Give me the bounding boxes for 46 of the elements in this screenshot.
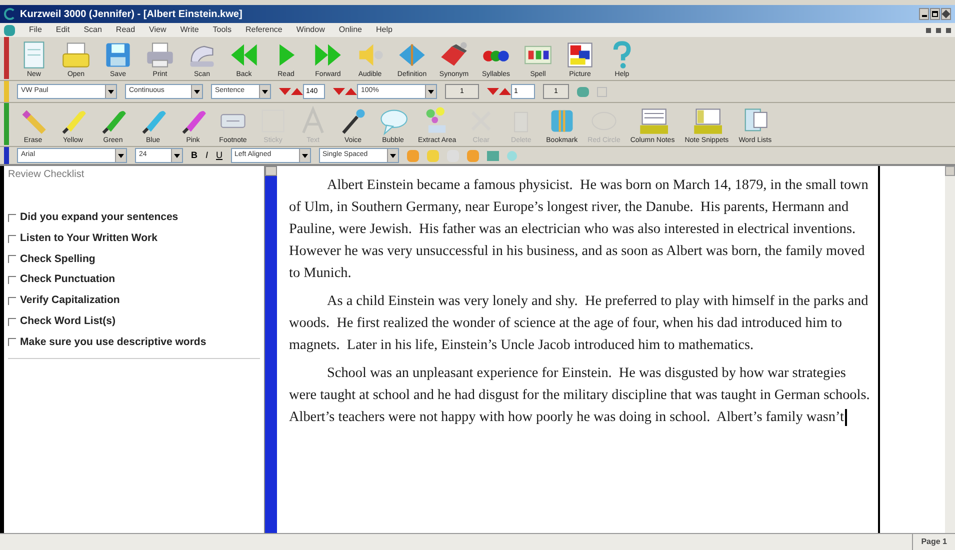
italic-button[interactable]: I [206,148,208,162]
snippets-icon [692,106,722,136]
menu-item[interactable]: Tools [212,24,232,36]
menu-item[interactable]: Help [376,24,392,36]
menu-item[interactable]: Write [180,24,199,36]
columns-icon [638,106,668,136]
splitter-bar[interactable] [265,166,277,533]
app-logo-icon [4,8,16,20]
tray-icon [61,40,91,70]
picture-icon [565,40,595,70]
menu-item[interactable]: Online [338,24,362,36]
spell-check-icon[interactable] [486,150,499,160]
close-button[interactable] [946,28,951,32]
checklist-item[interactable]: Did you expand your sentences [8,210,260,226]
checklist-item[interactable]: Check Word List(s) [8,314,260,330]
close-button[interactable] [941,8,951,20]
checklist-item[interactable]: Check Spelling [8,252,260,268]
panel-title: Review Checklist [7,168,86,182]
toolbar-grip [4,37,9,79]
printer-icon [145,40,175,70]
menu-item[interactable]: Reference [245,24,282,36]
minimize-button[interactable] [919,8,929,20]
page-indicator: Page 1 [912,534,955,550]
menu-item[interactable]: Edit [56,24,70,36]
checklist-item[interactable]: Listen to Your Written Work [8,230,260,246]
restore-button[interactable] [936,28,941,32]
underline-button[interactable]: U [216,148,223,162]
menu-item[interactable]: View [149,24,166,36]
scrollbar[interactable] [945,166,955,533]
menu-item[interactable]: Window [296,24,325,36]
menu-item[interactable]: Scan [84,24,102,36]
checklist-item[interactable]: Make sure you use descriptive words [8,334,260,350]
window-title: Kurzweil 3000 (Jennifer) - [Albert Einstein.kwe] [20,8,242,22]
menu-item[interactable]: File [29,24,42,36]
maximize-button[interactable] [930,8,940,20]
paragraph: Albert Einstein became a famous physicist. He was born on March 14, 1879, in the small town of Ulm, in Southern Germany, near Europe’s longest river, the Danube. His parents, Hermann and Pauline, were Jewish. His father was an electrician who was also interested in electrical inventions. However he was very unsuccessful in his business, and as soon as Albert was born, the family moved to Munich. [289,176,870,283]
checklist-item[interactable]: Check Punctuation [8,272,260,288]
bold-button[interactable]: B [191,148,198,162]
checklist-item[interactable]: Verify Capitalization [8,293,260,309]
paragraph: As a child Einstein was very lonely and shy. He preferred to play with himself in the parks and woods. He first realized the wonder of science at the age of four, when his dad introduced him to magnets. Later in his life, Einstein’s Uncle Jacob introduced him to mathematics. [289,292,870,355]
text-cursor [844,409,847,426]
paragraph: School was an unpleasant experience for Einstein. He was disgusted by how war strategies were taught at school and he had disgust for the military discipline that was taught in German schools. Albert’s teachers were not happy with how poorly he was doing in school. Albert’s family wasn’t [289,364,870,428]
menu-item[interactable]: Read [116,24,136,36]
scroll-up-button[interactable] [265,166,277,176]
toolbar-grip [4,147,9,164]
minimize-button[interactable] [926,28,931,32]
